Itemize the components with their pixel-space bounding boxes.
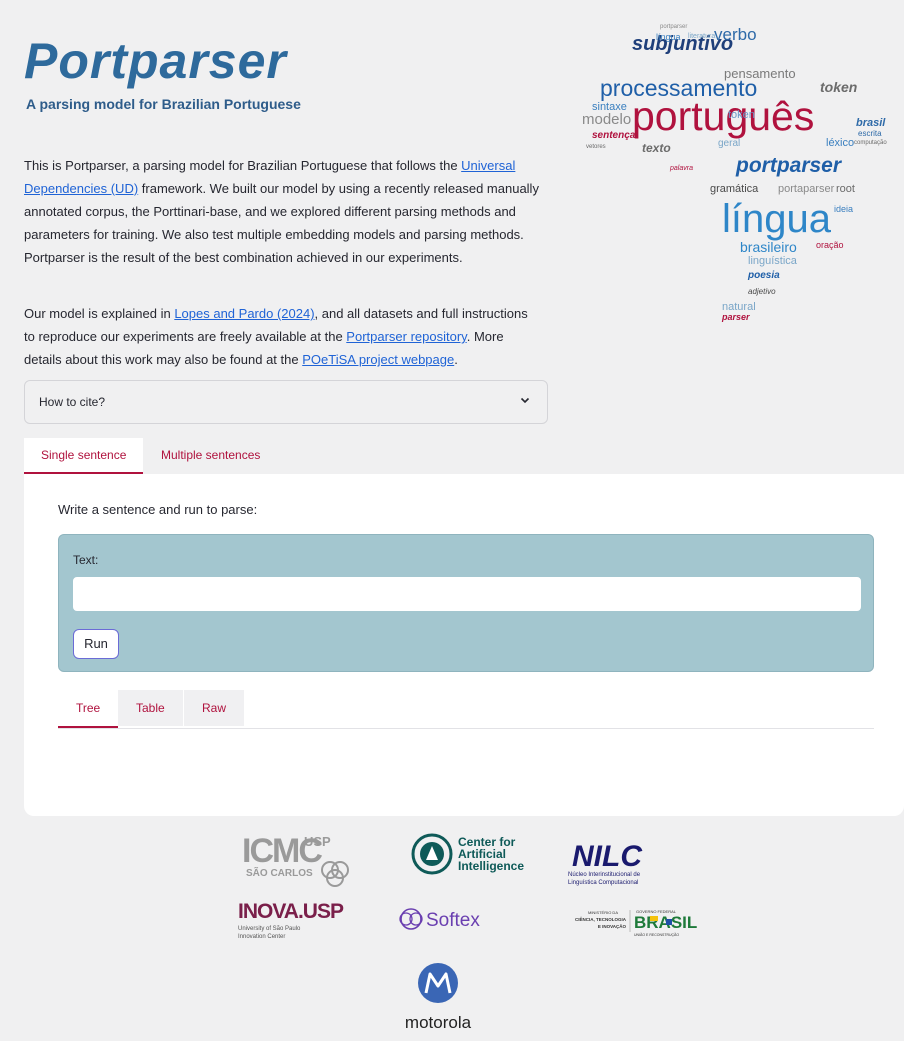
page-subtitle: A parsing model for Brazilian Portuguese	[26, 96, 301, 112]
word-cloud-image: portparser subjuntivo língua literatura …	[582, 24, 887, 322]
word-cloud-word: gramática	[710, 183, 759, 195]
word-cloud-word: parser	[721, 312, 750, 322]
word-cloud-word: texto	[642, 141, 671, 155]
icmc-subtext: SÃO CARLOS	[246, 866, 313, 879]
main-tabs: Single sentence Multiple sentences	[24, 438, 904, 475]
center-for-ai-logo: Center for Artificial Intelligence	[410, 832, 546, 876]
word-cloud-word: brasil	[856, 117, 886, 129]
word-cloud-word: portparser	[660, 24, 687, 30]
softex-logo: Softex	[398, 902, 522, 936]
motorola-text: motorola	[405, 1013, 472, 1032]
icmc-usp-logo: ICMC USP SÃO CARLOS	[242, 832, 372, 888]
single-sentence-panel: Write a sentence and run to parse: Text:…	[24, 474, 904, 816]
tab-table[interactable]: Table	[118, 690, 183, 726]
text-field-label: Text:	[73, 553, 99, 567]
word-cloud-word: brasileiro	[740, 239, 797, 255]
nilc-subtext: Linguística Computacional	[568, 880, 638, 886]
sentence-input[interactable]	[73, 577, 861, 611]
word-cloud-word: literatura	[688, 33, 715, 40]
word-cloud-word: token	[820, 79, 857, 95]
how-to-cite-label: How to cite?	[39, 395, 106, 409]
word-cloud-word: escrita	[858, 129, 882, 138]
word-cloud-word: linguística	[748, 255, 798, 267]
intro-paragraph: This is Portparser, a parsing model for …	[24, 154, 542, 269]
word-cloud-word: root	[836, 183, 855, 195]
tab-raw[interactable]: Raw	[184, 690, 245, 726]
inova-usp-logo: INOVA.USP University of São Paulo Innova…	[238, 898, 358, 942]
output-tabs: Tree Table Raw	[58, 690, 874, 729]
nilc-text: NILC	[572, 840, 643, 873]
poetisa-link[interactable]: POeTiSA project webpage	[302, 352, 454, 367]
word-cloud-word: oração	[816, 240, 844, 250]
tab-multiple-sentences[interactable]: Multiple sentences	[144, 438, 277, 472]
model-text: Our model is explained in	[24, 306, 175, 321]
word-cloud-word: computação	[854, 140, 887, 146]
word-cloud-word: léxico	[826, 137, 854, 149]
word-cloud-word: adjetivo	[748, 287, 776, 296]
inova-text: INOVA.USP	[238, 900, 344, 923]
word-cloud-word: língua	[656, 32, 681, 42]
inova-subtext: University of São Paulo	[238, 926, 301, 932]
model-text: .	[454, 352, 458, 367]
softex-text: Softex	[426, 910, 480, 931]
gov-text: UNIÃO E RECONSTRUÇÃO	[634, 932, 679, 937]
word-cloud-word: token	[728, 109, 755, 121]
word-cloud-word: português	[632, 93, 814, 139]
paper-link[interactable]: Lopes and Pardo (2024)	[174, 306, 314, 321]
run-button[interactable]: Run	[73, 629, 119, 659]
word-cloud-word: portaparser	[778, 183, 835, 195]
word-cloud-word: poesia	[747, 270, 780, 281]
word-cloud-word: sintaxe	[592, 101, 627, 113]
chevron-down-icon	[519, 394, 531, 409]
app-page: Portparser A parsing model for Brazilian…	[6, 6, 904, 1032]
mcti-text: MINISTÉRIO DA	[588, 910, 618, 915]
word-cloud-word: geral	[718, 138, 740, 149]
word-cloud-word: modelo	[582, 111, 631, 128]
motorola-logo: motorola	[388, 962, 488, 1036]
word-cloud-word: sentença	[592, 130, 636, 141]
word-cloud-word: verbo	[714, 25, 757, 44]
usp-text: USP	[304, 834, 331, 849]
intro-text: This is Portparser, a parsing model for …	[24, 158, 462, 173]
cai-text: Intelligence	[458, 859, 524, 873]
gov-text: BRASIL	[634, 913, 697, 932]
parse-prompt: Write a sentence and run to parse:	[58, 502, 258, 517]
page-title: Portparser	[24, 33, 287, 89]
word-cloud-word: ideia	[834, 204, 853, 214]
word-cloud-word: palavra	[669, 165, 693, 172]
model-paragraph: Our model is explained in Lopes and Pard…	[24, 302, 542, 371]
word-cloud-word: língua	[722, 197, 832, 241]
nilc-subtext: Núcleo Interinstitucional de	[568, 872, 641, 878]
word-cloud-word: vetores	[586, 144, 606, 150]
parse-form: Text: Run	[58, 534, 874, 672]
tab-single-sentence[interactable]: Single sentence	[24, 438, 144, 474]
nilc-logo: NILC Núcleo Interinstitucional de Linguí…	[568, 836, 688, 886]
tab-tree[interactable]: Tree	[58, 690, 119, 728]
mcti-text: E INOVAÇÃO	[598, 923, 627, 929]
mcti-text: CIÊNCIA, TECNOLOGIA	[575, 915, 627, 922]
brazil-government-logo: MINISTÉRIO DA CIÊNCIA, TECNOLOGIA E INOV…	[554, 904, 704, 938]
repository-link[interactable]: Portparser repository	[346, 329, 466, 344]
inova-subtext: Innovation Center	[238, 934, 285, 940]
how-to-cite-expander[interactable]: How to cite?	[24, 380, 548, 424]
word-cloud-word: portparser	[735, 154, 843, 177]
